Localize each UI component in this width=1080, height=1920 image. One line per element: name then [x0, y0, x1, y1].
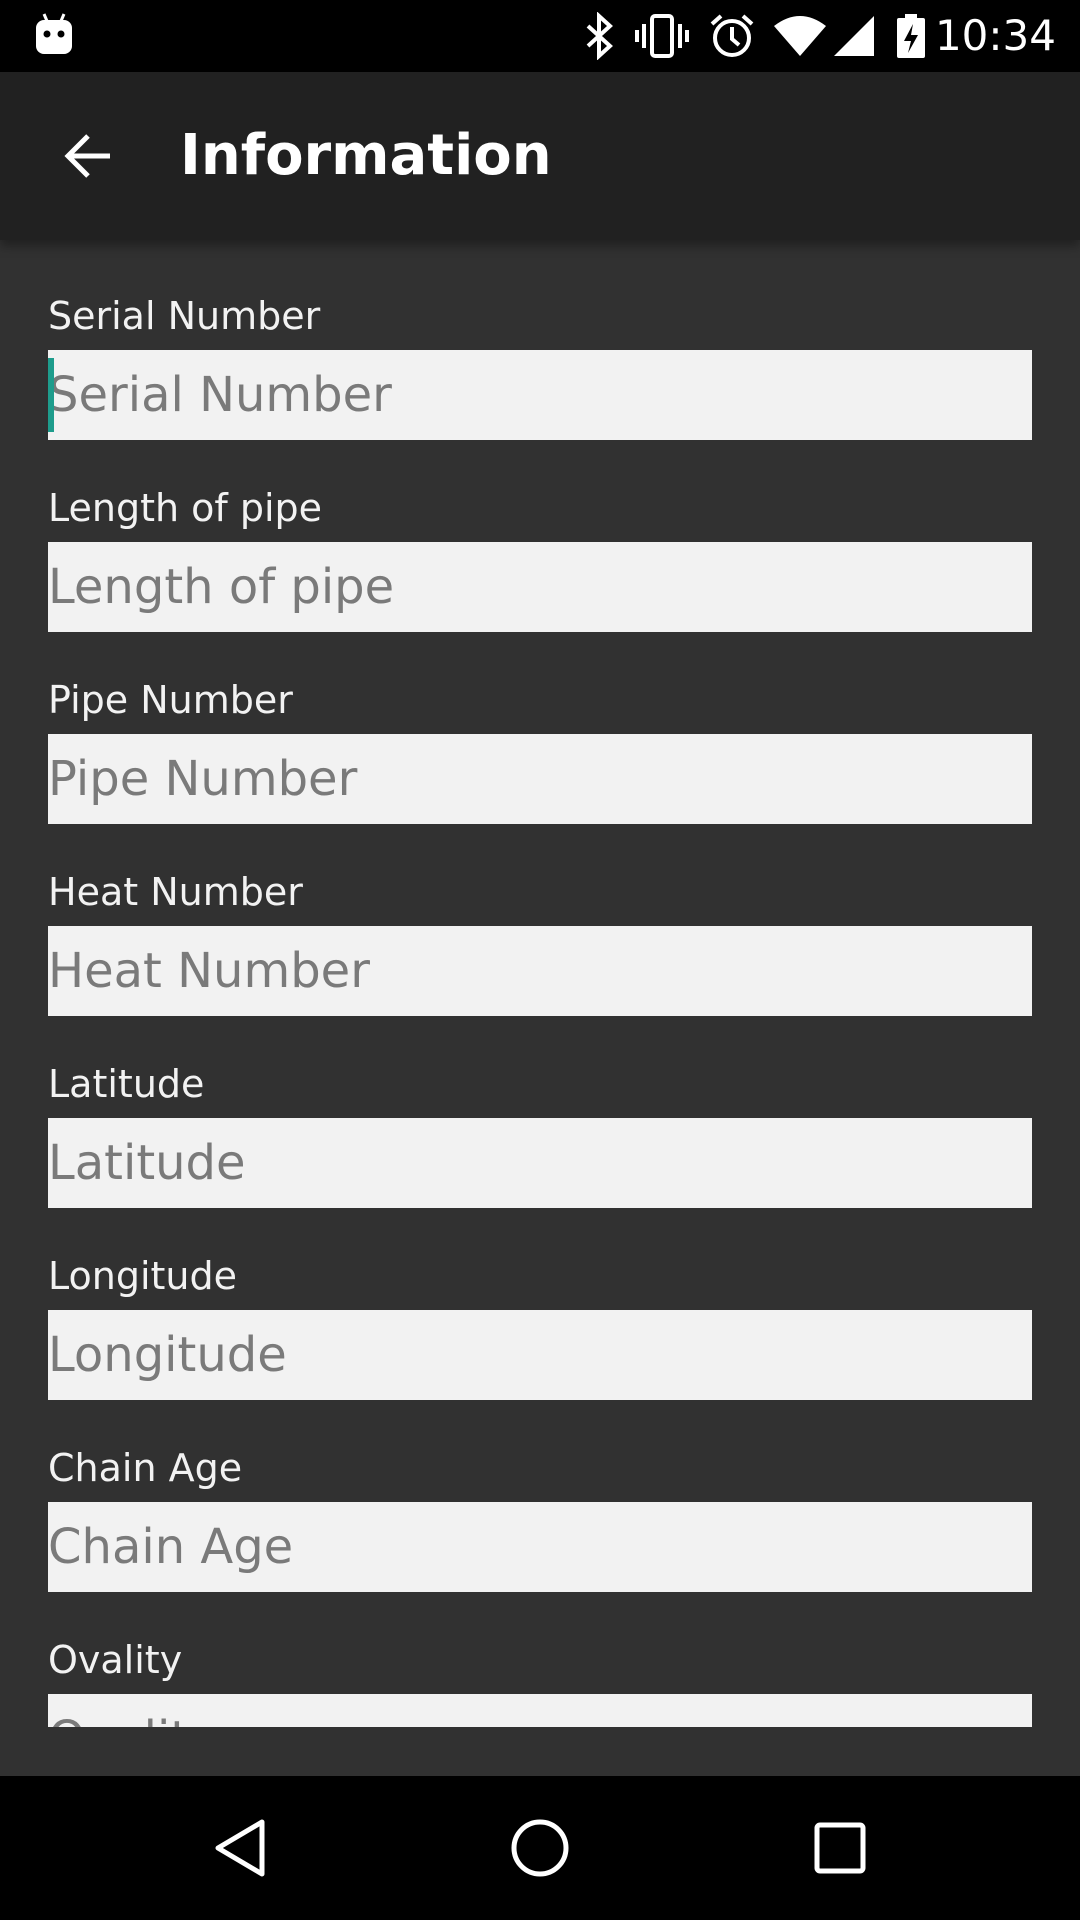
- cell-signal-icon: [834, 16, 874, 56]
- serial-number-input-box[interactable]: [48, 350, 1032, 440]
- heat-number-label: Heat Number: [48, 870, 303, 914]
- length-of-pipe-input[interactable]: [48, 542, 1032, 632]
- chain-age-label: Chain Age: [48, 1446, 243, 1490]
- length-of-pipe-input-box[interactable]: [48, 542, 1032, 632]
- ovality-label: Ovality: [48, 1638, 183, 1682]
- bluetooth-icon: [586, 12, 613, 60]
- nav-home-button[interactable]: [490, 1798, 590, 1898]
- longitude-field: Longitude: [48, 1252, 1032, 1400]
- latitude-field: Latitude: [48, 1060, 1032, 1208]
- latitude-input-box[interactable]: [48, 1118, 1032, 1208]
- latitude-input[interactable]: [48, 1118, 1032, 1208]
- serial-number-input[interactable]: [48, 350, 1032, 440]
- pipe-number-input[interactable]: [48, 734, 1032, 824]
- longitude-input-box[interactable]: [48, 1310, 1032, 1400]
- serial-number-label: Serial Number: [48, 294, 321, 338]
- ovality-field: Ovality: [48, 1636, 1032, 1727]
- chain-age-input-box[interactable]: [48, 1502, 1032, 1592]
- back-button[interactable]: [40, 108, 136, 204]
- status-clock: 10:34: [934, 11, 1056, 60]
- nav-recents-button[interactable]: [790, 1798, 890, 1898]
- chain-age-field: Chain Age: [48, 1444, 1032, 1592]
- longitude-input[interactable]: [48, 1310, 1032, 1400]
- nav-back-button[interactable]: [190, 1798, 290, 1898]
- vibrate-icon: [635, 14, 689, 58]
- heat-number-input[interactable]: [48, 926, 1032, 1016]
- system-nav-bar: [0, 1776, 1080, 1920]
- page-title: Information: [180, 123, 552, 188]
- arrow-back-icon: [64, 134, 110, 178]
- status-bar: 10:34: [0, 0, 1080, 72]
- longitude-label: Longitude: [48, 1254, 237, 1298]
- recents-square-icon: [814, 1822, 866, 1874]
- pipe-number-field: Pipe Number: [48, 676, 1032, 824]
- ovality-input-box[interactable]: [48, 1694, 1032, 1727]
- chain-age-input[interactable]: [48, 1502, 1032, 1592]
- screen: 10:34 Information Serial Number Length o…: [0, 0, 1080, 1920]
- ovality-input[interactable]: [48, 1694, 1032, 1727]
- heat-number-input-box[interactable]: [48, 926, 1032, 1016]
- pipe-number-input-box[interactable]: [48, 734, 1032, 824]
- home-circle-icon: [511, 1819, 569, 1877]
- length-of-pipe-field: Length of pipe: [48, 484, 1032, 632]
- android-notification-icon: [36, 13, 72, 54]
- alarm-icon: [710, 14, 754, 57]
- information-form: Serial Number Length of pipe Pipe Number…: [0, 240, 1080, 1727]
- battery-charging-icon: [897, 14, 925, 58]
- latitude-label: Latitude: [48, 1062, 205, 1106]
- back-triangle-icon: [215, 1819, 265, 1877]
- text-cursor: [48, 358, 54, 432]
- wifi-icon: [774, 16, 826, 56]
- serial-number-field: Serial Number: [48, 292, 1032, 440]
- pipe-number-label: Pipe Number: [48, 678, 293, 722]
- heat-number-field: Heat Number: [48, 868, 1032, 1016]
- app-bar: Information: [0, 72, 1080, 240]
- length-of-pipe-label: Length of pipe: [48, 486, 323, 530]
